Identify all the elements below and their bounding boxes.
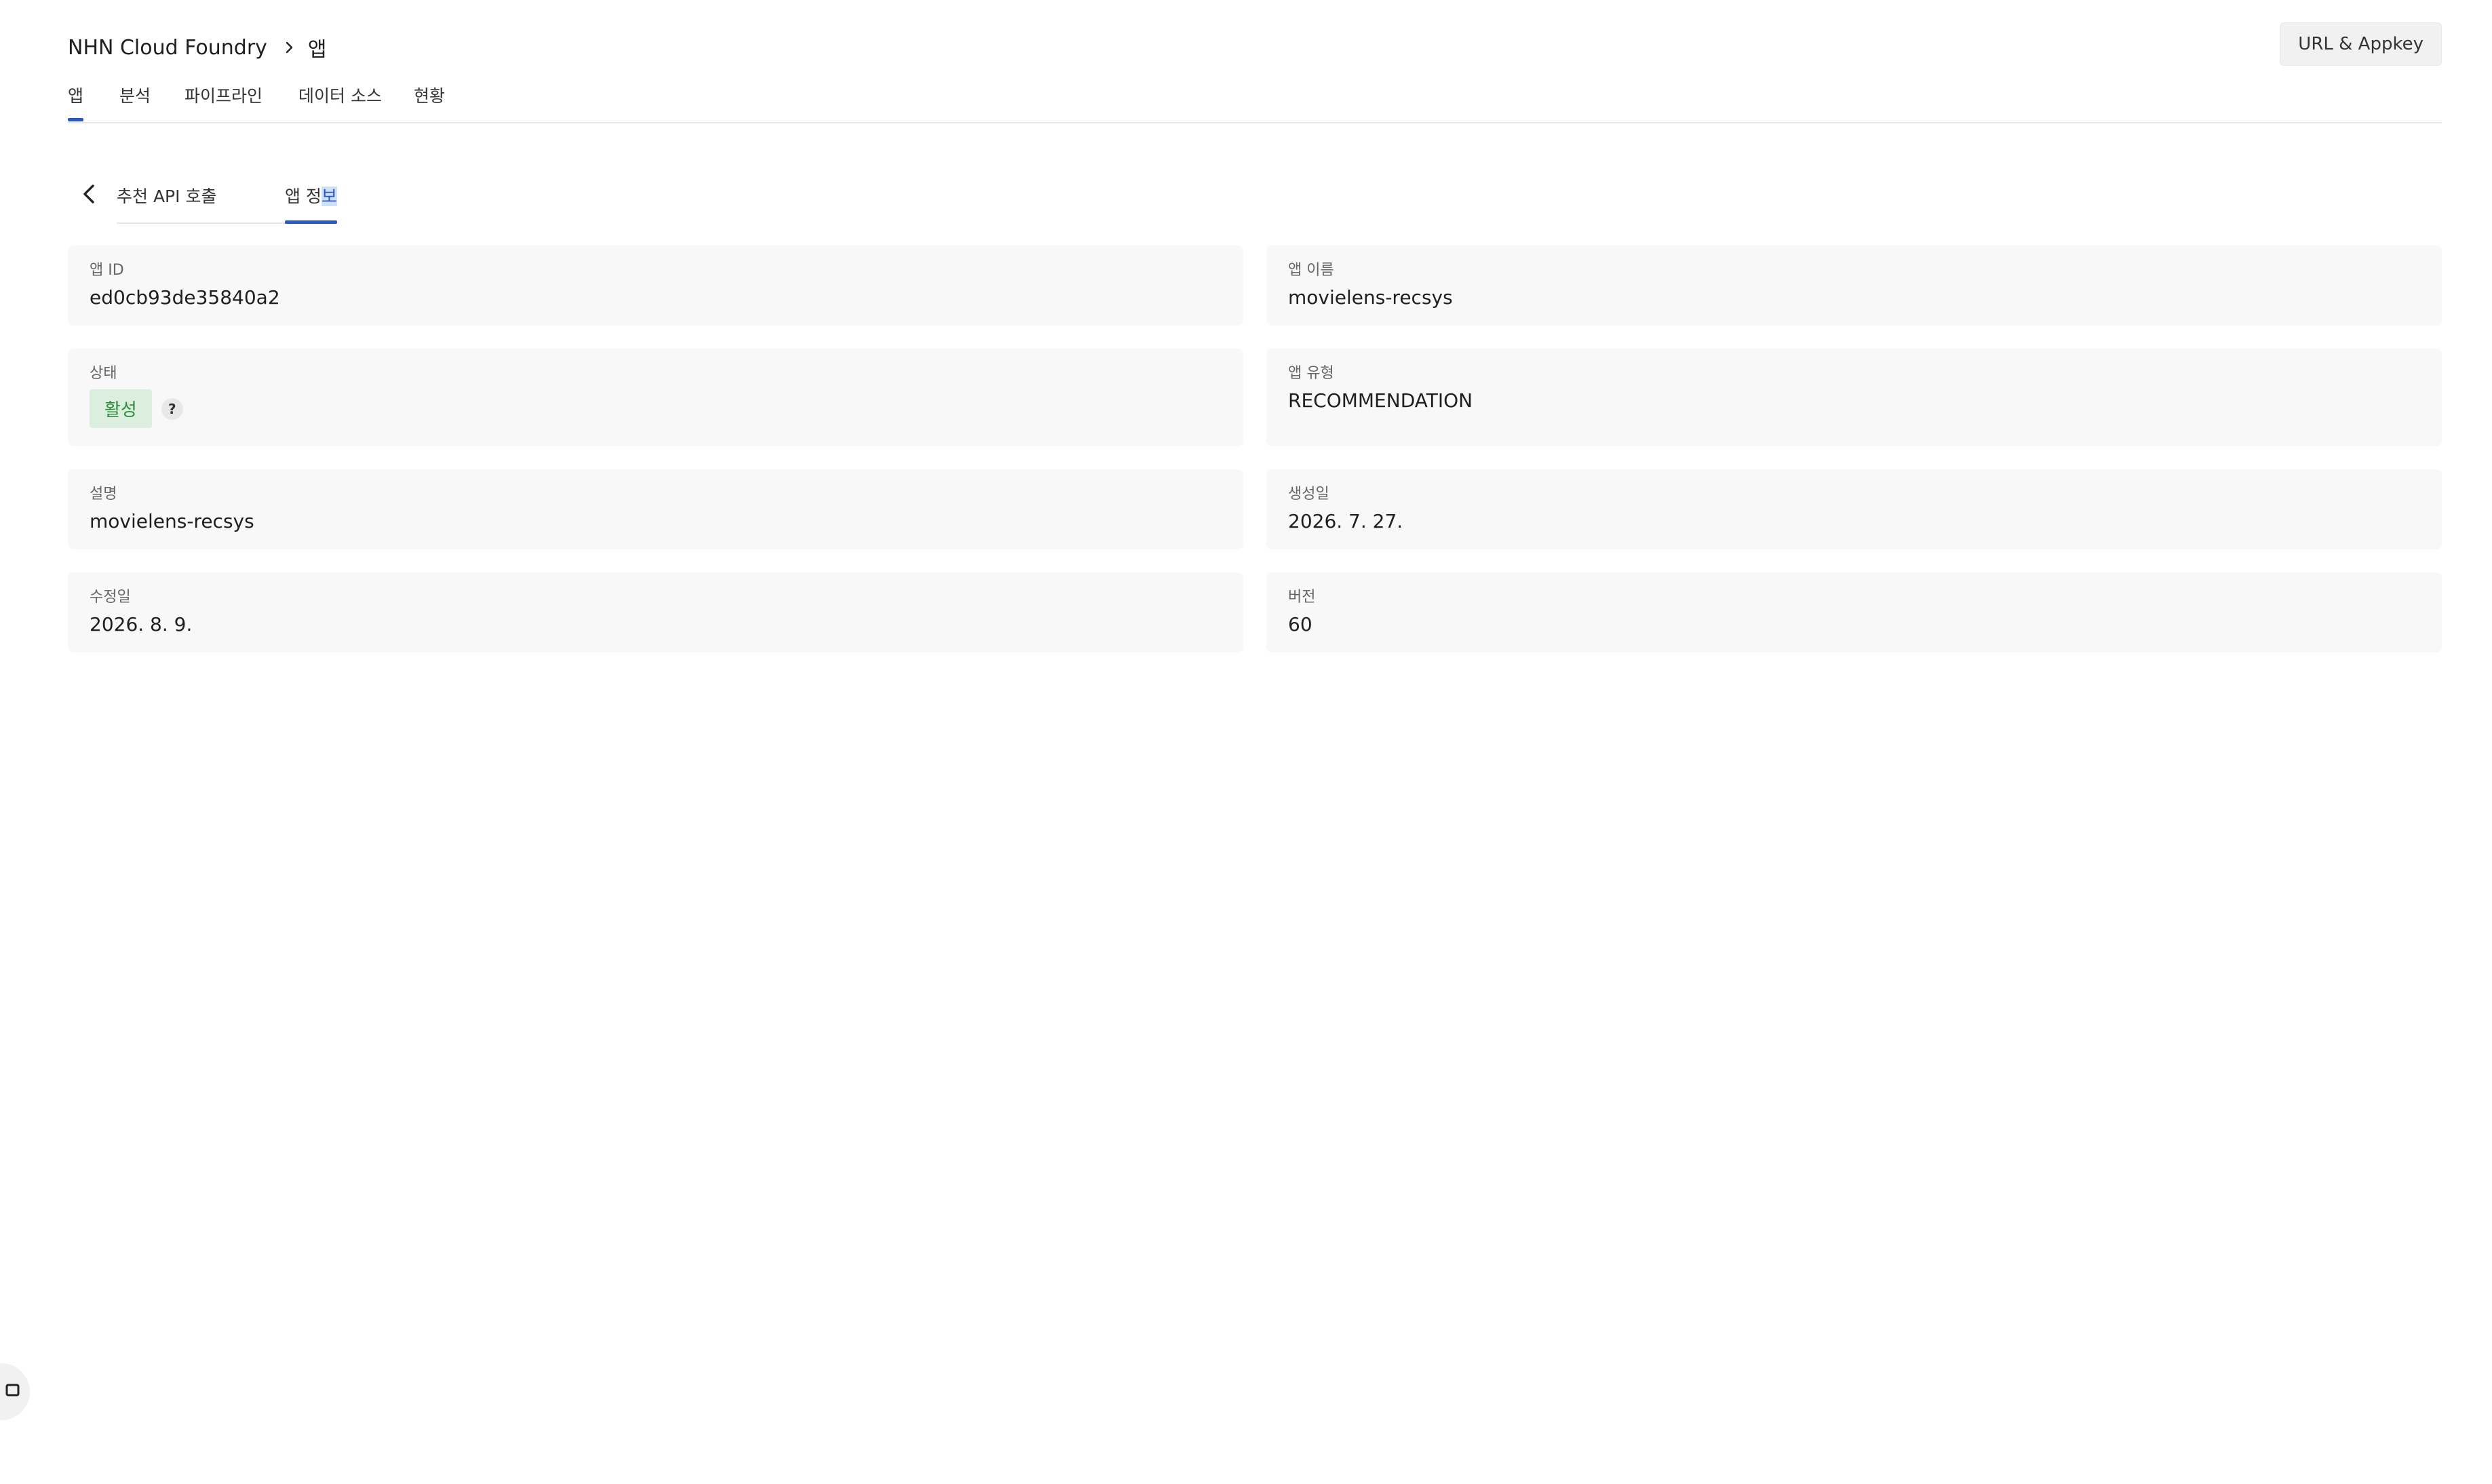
tab-recommend-api-call[interactable]: 추천 API 호출 (117, 183, 216, 208)
chevron-left-icon[interactable] (77, 182, 102, 206)
page-header: NHN Cloud Foundry 앱 URL & Appkey (68, 22, 2442, 75)
breadcrumb: NHN Cloud Foundry 앱 (68, 33, 327, 62)
version-value: 60 (1288, 613, 1312, 636)
version-card: 버전 60 (1266, 572, 2442, 652)
modified-label: 수정일 (90, 589, 131, 606)
created-label: 생성일 (1288, 486, 1329, 503)
tab-app-info[interactable]: 앱 정보 (285, 183, 337, 224)
modified-value: 2026. 8. 9. (90, 613, 193, 636)
breadcrumb-root[interactable]: NHN Cloud Foundry (68, 36, 267, 60)
main-tabs: 앱 분석 파이프라인 데이터 소스 현황 (68, 83, 2442, 123)
sub-tabs: 추천 API 호출 앱 정보 (68, 178, 353, 225)
app-type-label: 앱 유형 (1288, 365, 1334, 382)
description-card: 설명 movielens-recsys (68, 469, 1243, 549)
app-id-label: 앱 ID (90, 262, 124, 279)
description-label: 설명 (90, 486, 117, 503)
app-name-label: 앱 이름 (1288, 262, 1334, 279)
description-value: movielens-recsys (90, 510, 254, 532)
version-label: 버전 (1288, 589, 1316, 606)
tab-app-info-label-b: 보 (321, 187, 337, 206)
created-value: 2026. 7. 27. (1288, 510, 1403, 532)
help-icon[interactable]: ? (161, 397, 183, 420)
tab-app-info-label-a: 앱 정 (285, 187, 322, 206)
app-id-value: ed0cb93de35840a2 (90, 286, 280, 309)
app-name-card: 앱 이름 movielens-recsys (1266, 246, 2442, 326)
url-appkey-button[interactable]: URL & Appkey (2280, 22, 2442, 66)
tab-app[interactable]: 앱 (68, 83, 84, 121)
tab-pipeline[interactable]: 파이프라인 (184, 83, 262, 107)
app-name-value: movielens-recsys (1288, 286, 1453, 309)
breadcrumb-current: 앱 (307, 38, 327, 62)
modified-card: 수정일 2026. 8. 9. (68, 572, 1243, 652)
side-panel-toggle-button[interactable] (0, 1363, 30, 1420)
created-card: 생성일 2026. 7. 27. (1266, 469, 2442, 549)
status-row: 활성 ? (90, 389, 1222, 428)
panel-icon (5, 1383, 20, 1401)
status-badge: 활성 (90, 389, 152, 428)
chevron-right-icon (282, 41, 296, 54)
app-id-card: 앱 ID ed0cb93de35840a2 (68, 246, 1243, 326)
app-type-value: RECOMMENDATION (1288, 389, 1473, 412)
tab-status[interactable]: 현황 (414, 83, 445, 107)
app-type-card: 앱 유형 RECOMMENDATION (1266, 349, 2442, 446)
tab-analysis[interactable]: 분석 (119, 83, 151, 107)
status-card: 상태 활성 ? (68, 349, 1243, 446)
status-label: 상태 (90, 365, 117, 382)
tab-data-source[interactable]: 데이터 소스 (298, 83, 382, 107)
